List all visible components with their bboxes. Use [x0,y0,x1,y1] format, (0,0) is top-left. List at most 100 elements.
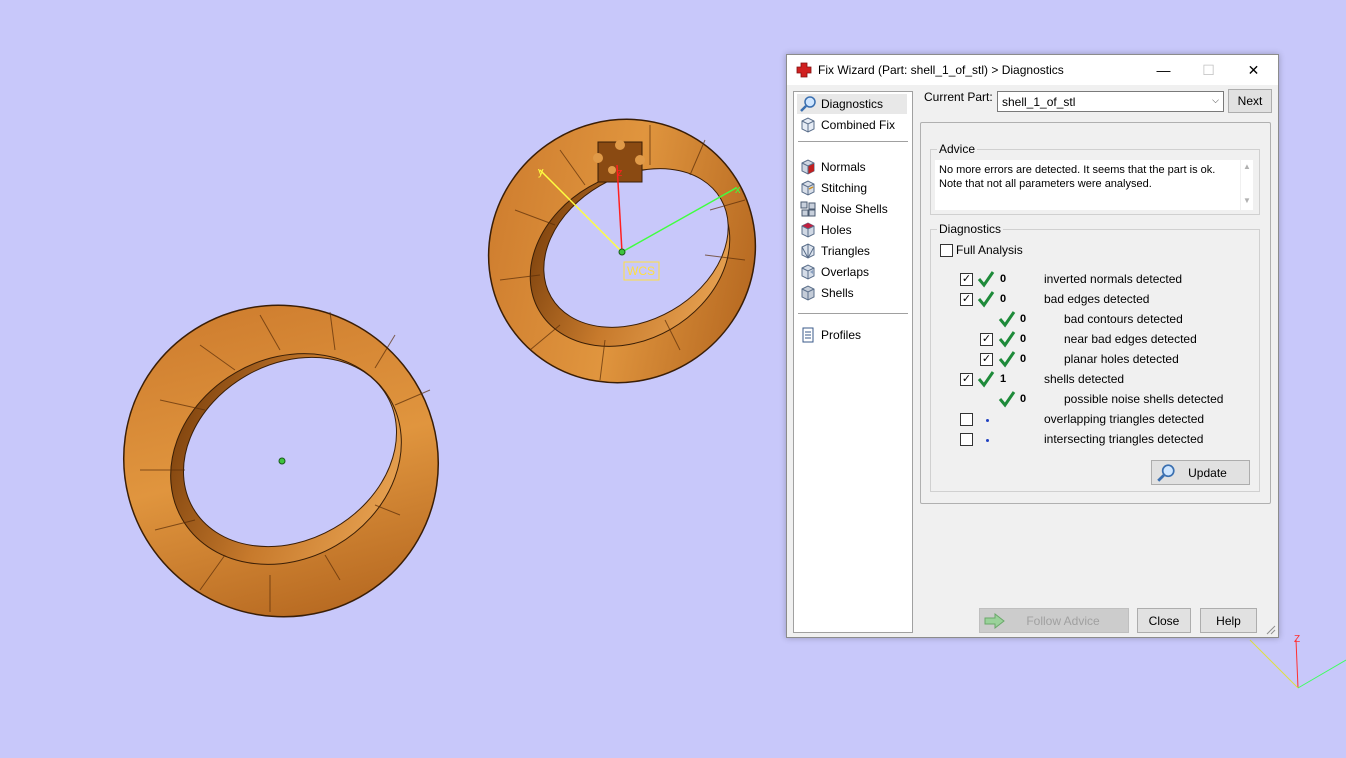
advice-text-box[interactable]: No more errors are detected. It seems th… [935,160,1240,210]
nav-label: Shells [821,286,854,300]
inverted-normals-checkbox[interactable]: ✓ [960,273,973,286]
inverted-normals-count: 0 [1000,273,1007,285]
normals-cube-icon [801,159,815,175]
nav-label: Diagnostics [821,97,884,111]
ok-check-icon [977,291,995,308]
next-button[interactable]: Next [1228,89,1272,113]
document-icon [802,327,814,343]
overlapping-triangles-checkbox[interactable] [960,413,973,426]
nav-label: Overlaps [821,265,870,279]
nav-item-diagnostics[interactable]: Diagnostics [797,94,907,114]
axis-x-label: x [735,184,741,196]
noise-shells-label: possible noise shells detected [1064,392,1224,406]
holes-cube-icon [801,222,815,238]
diagnostics-panel: Advice No more errors are detected. It s… [920,122,1271,504]
scroll-down-icon: ▼ [1243,196,1251,205]
planar-holes-count: 0 [1020,353,1027,365]
shells-checkbox[interactable]: ✓ [960,373,973,386]
ok-check-icon [998,351,1016,368]
title-bar[interactable]: Fix Wizard (Part: shell_1_of_stl) > Diag… [787,55,1278,85]
maximize-button[interactable]: ☐ [1186,55,1231,85]
axis-z-label: z [617,167,623,179]
part-center-marker [278,457,286,465]
overlapping-triangles-label: overlapping triangles detected [1044,412,1205,426]
red-cross-icon [796,62,812,78]
ok-check-icon [998,311,1016,328]
near-bad-edges-checkbox[interactable]: ✓ [980,333,993,346]
triangles-icon [801,243,815,259]
resize-grip-icon[interactable] [1266,625,1276,635]
axis-y-label: y [538,166,544,178]
bad-edges-checkbox[interactable]: ✓ [960,293,973,306]
ok-check-icon [998,391,1016,408]
not-run-dot-icon [986,439,989,442]
full-analysis-checkbox[interactable] [940,244,953,257]
inverted-normals-label: inverted normals detected [1044,272,1183,286]
nav-label: Combined Fix [821,118,896,132]
close-button[interactable]: Close [1137,608,1191,633]
intersecting-triangles-checkbox[interactable] [960,433,973,446]
nav-divider [798,141,908,142]
follow-advice-label: Follow Advice [1026,613,1100,628]
magnifier-icon [800,96,816,112]
nav-item-overlaps[interactable]: Overlaps [797,262,907,282]
nav-item-stitching[interactable]: Stitching [797,178,907,198]
advice-line-2: Note that not all parameters were analys… [939,178,1152,190]
magnifier-icon [1157,464,1175,482]
nav-item-holes[interactable]: Holes [797,220,907,240]
current-part-value: shell_1_of_stl [1002,94,1076,109]
advice-title: Advice [937,142,978,156]
window-title: Fix Wizard (Part: shell_1_of_stl) > Diag… [818,63,1064,77]
ok-check-icon [998,331,1016,348]
near-bad-edges-label: near bad edges detected [1064,332,1197,346]
ring-model-left[interactable] [67,248,496,674]
diagnostics-title: Diagnostics [937,222,1004,236]
shells-count: 1 [1000,373,1007,385]
shells-icon [801,285,815,301]
mini-axis-z-label: Z [1294,634,1300,645]
close-window-button[interactable]: ✕ [1231,55,1276,85]
advice-line-1: No more errors are detected. It seems th… [939,164,1216,176]
ok-check-icon [977,271,995,288]
nav-label: Stitching [821,181,868,195]
planar-holes-label: planar holes detected [1064,352,1179,366]
nav-item-triangles[interactable]: Triangles [797,241,907,261]
planar-holes-checkbox[interactable]: ✓ [980,353,993,366]
help-button[interactable]: Help [1200,608,1257,633]
nav-divider [798,313,908,314]
wcs-label: WCS [627,264,655,278]
bad-edges-label: bad edges detected [1044,292,1150,306]
ok-check-icon [977,371,995,388]
current-part-select[interactable]: shell_1_of_stl ⌵ [997,91,1224,112]
fix-wizard-nav: Diagnostics Combined Fix Normals Stitchi… [793,91,913,633]
arrow-right-icon [984,613,1005,629]
nav-item-combined-fix[interactable]: Combined Fix [797,115,907,135]
bad-edges-count: 0 [1000,293,1007,305]
noise-shells-icon [800,201,816,217]
minimize-button[interactable]: — [1141,55,1186,85]
current-part-label: Current Part: [924,90,993,104]
shells-label: shells detected [1044,372,1125,386]
cube-icon [801,117,815,133]
overlaps-icon [801,264,815,280]
nav-item-normals[interactable]: Normals [797,157,907,177]
follow-advice-button[interactable]: Follow Advice [979,608,1129,633]
chevron-down-icon: ⌵ [1212,95,1219,105]
stitching-cube-icon [801,180,815,196]
nav-label: Profiles [821,328,862,342]
full-analysis-label: Full Analysis [956,243,1023,257]
nav-item-profiles[interactable]: Profiles [797,325,907,345]
bad-contours-count: 0 [1020,313,1027,325]
update-button[interactable]: Update [1151,460,1250,485]
intersecting-triangles-label: intersecting triangles detected [1044,432,1204,446]
scroll-up-icon: ▲ [1243,162,1251,171]
axis-triad: Z [1249,634,1346,689]
nav-label: Holes [821,223,852,237]
advice-scrollbar[interactable]: ▲ ▼ [1240,160,1253,210]
nav-label: Normals [821,160,866,174]
update-button-label: Update [1188,465,1227,480]
nav-label: Triangles [821,244,870,258]
nav-item-shells[interactable]: Shells [797,283,907,303]
not-run-dot-icon [986,419,989,422]
nav-item-noise-shells[interactable]: Noise Shells [797,199,907,219]
